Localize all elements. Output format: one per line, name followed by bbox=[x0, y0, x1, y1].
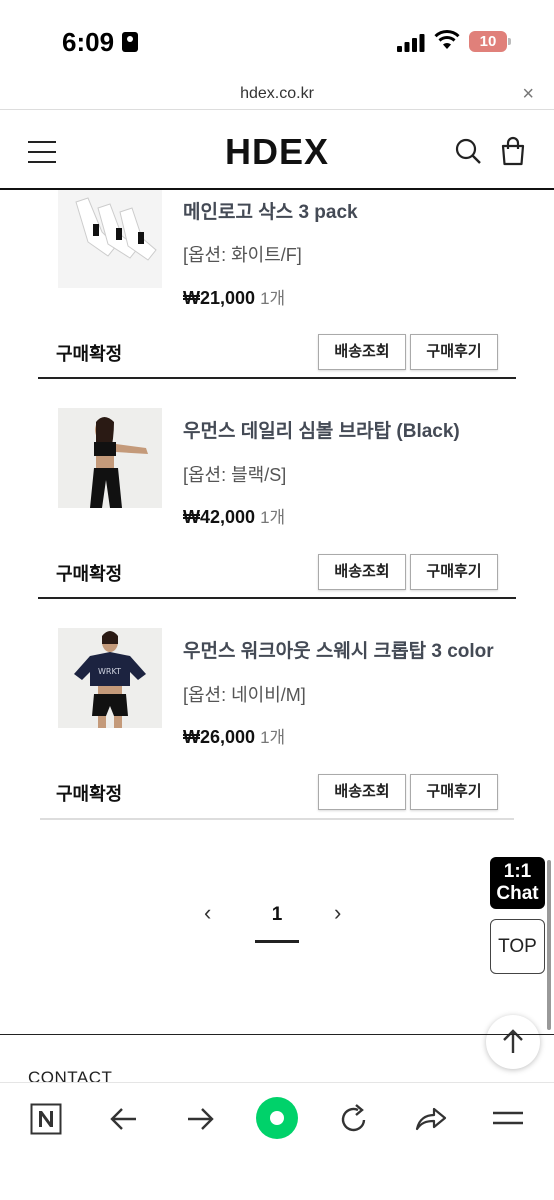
price-value: ₩42,000 bbox=[183, 507, 256, 527]
site-header: HDEX bbox=[0, 111, 554, 190]
item-divider bbox=[38, 377, 516, 379]
product-option: [옵션: 네이비/M] bbox=[183, 685, 306, 705]
order-status: 구매확정 bbox=[56, 564, 123, 584]
chat-button[interactable]: 1:1 Chat bbox=[490, 857, 545, 909]
black-bra-top-model-image[interactable] bbox=[58, 408, 162, 508]
scroll-up-button[interactable] bbox=[486, 1015, 540, 1069]
back-arrow-icon[interactable] bbox=[108, 1103, 140, 1135]
order-item: WRKT 우먼스 워크아웃 스웨시 크롭탑 3 color [옵션: 네이비/M… bbox=[38, 628, 516, 822]
product-price: ₩21,000 1개 bbox=[183, 284, 285, 309]
price-value: ₩21,000 bbox=[183, 288, 256, 308]
scrollbar[interactable] bbox=[547, 860, 551, 1030]
close-icon[interactable]: × bbox=[522, 83, 534, 106]
order-item: 메인로고 삭스 3 pack [옵션: 화이트/F] ₩21,000 1개 구매… bbox=[38, 190, 516, 380]
scroll-top-button[interactable]: TOP bbox=[490, 919, 545, 974]
track-shipment-button[interactable]: 배송조회 bbox=[318, 554, 406, 590]
product-option: [옵션: 화이트/F] bbox=[183, 245, 302, 265]
wifi-icon bbox=[434, 30, 460, 49]
hamburger-menu-icon[interactable] bbox=[492, 1105, 524, 1133]
current-page-indicator bbox=[255, 940, 299, 943]
track-shipment-button[interactable]: 배송조회 bbox=[318, 334, 406, 370]
share-icon[interactable] bbox=[414, 1103, 448, 1135]
product-name[interactable]: 메인로고 삭스 3 pack bbox=[183, 197, 358, 224]
track-shipment-button[interactable]: 배송조회 bbox=[318, 774, 406, 810]
url-bar[interactable]: hdex.co.kr × bbox=[0, 80, 554, 110]
search-icon[interactable] bbox=[454, 137, 482, 165]
chat-label-line1: 1:1 bbox=[503, 861, 532, 882]
product-option: [옵션: 블랙/S] bbox=[183, 465, 287, 485]
status-time: 6:09 bbox=[62, 27, 115, 57]
product-name[interactable]: 우먼스 워크아웃 스웨시 크롭탑 3 color bbox=[183, 636, 494, 663]
status-bar: 6:09 10 bbox=[0, 0, 554, 80]
quantity: 1개 bbox=[260, 728, 286, 747]
price-value: ₩26,000 bbox=[183, 727, 256, 747]
cellular-signal-icon bbox=[397, 34, 425, 52]
arrow-up-icon bbox=[503, 1029, 523, 1053]
product-price: ₩42,000 1개 bbox=[183, 503, 285, 528]
battery-indicator: 10 bbox=[469, 31, 507, 52]
browser-toolbar bbox=[0, 1082, 554, 1200]
forward-arrow-icon[interactable] bbox=[184, 1103, 216, 1135]
write-review-button[interactable]: 구매후기 bbox=[410, 554, 498, 590]
chat-label-line2: Chat bbox=[496, 883, 539, 904]
write-review-button[interactable]: 구매후기 bbox=[410, 334, 498, 370]
green-dot-home-icon[interactable] bbox=[255, 1096, 299, 1140]
reload-icon[interactable] bbox=[338, 1102, 370, 1136]
product-name[interactable]: 우먼스 데일리 심볼 브라탑 (Black) bbox=[183, 416, 460, 443]
navy-crop-top-model-image[interactable]: WRKT bbox=[58, 628, 162, 728]
item-divider bbox=[38, 597, 516, 599]
product-price: ₩26,000 1개 bbox=[183, 723, 285, 748]
url-text[interactable]: hdex.co.kr bbox=[0, 85, 554, 103]
battery-tip bbox=[508, 38, 511, 45]
order-status: 구매확정 bbox=[56, 784, 123, 804]
next-page-button[interactable]: › bbox=[334, 900, 341, 926]
id-card-icon bbox=[122, 32, 138, 52]
shopping-bag-icon[interactable] bbox=[500, 136, 526, 166]
write-review-button[interactable]: 구매후기 bbox=[410, 774, 498, 810]
white-socks-image[interactable] bbox=[58, 190, 162, 288]
order-status: 구매확정 bbox=[56, 344, 123, 364]
quantity: 1개 bbox=[260, 289, 286, 308]
quantity: 1개 bbox=[260, 508, 286, 527]
order-item: 우먼스 데일리 심볼 브라탑 (Black) [옵션: 블랙/S] ₩42,00… bbox=[38, 408, 516, 600]
svg-text:WRKT: WRKT bbox=[98, 667, 121, 676]
footer-divider bbox=[0, 1034, 554, 1035]
item-divider bbox=[40, 818, 514, 820]
prev-page-button[interactable]: ‹ bbox=[204, 900, 211, 926]
current-page-number[interactable]: 1 bbox=[262, 904, 292, 926]
naver-n-icon[interactable] bbox=[30, 1103, 62, 1135]
